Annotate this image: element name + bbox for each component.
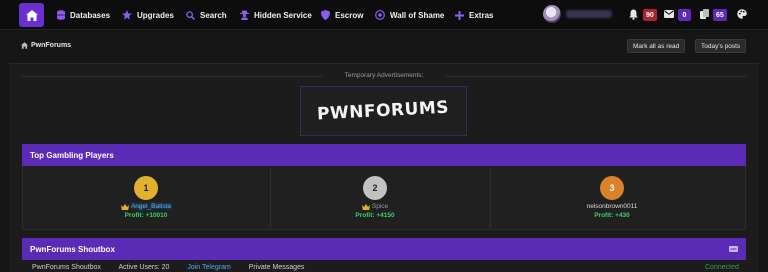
database-icon (57, 10, 65, 20)
tab-private-messages[interactable]: Private Messages (249, 264, 305, 271)
shield-icon (321, 10, 330, 20)
home-icon (25, 9, 38, 21)
crown-icon (120, 203, 129, 210)
player-profit: Profit: +4150 (355, 212, 395, 219)
nav-extras[interactable]: Extras (455, 8, 493, 22)
player-name-2[interactable]: Spice (315, 203, 435, 210)
nav-label: Extras (469, 10, 494, 20)
nav-databases[interactable]: Databases (57, 8, 110, 22)
ads-label: Temporary Advertisements: (344, 72, 424, 79)
nav-wall-of-shame[interactable]: Wall of Shame (375, 8, 444, 22)
gambling-panel-header: Top Gambling Players (22, 144, 746, 166)
player-name-3[interactable]: nelsonbrown0011 (552, 203, 672, 210)
panel-title: Top Gambling Players (30, 150, 114, 160)
todays-posts-button[interactable]: Today's posts (695, 39, 747, 53)
player-name: Spice (371, 203, 389, 210)
nav-label: Hidden Service (254, 10, 312, 20)
player-name: Angel_Batista (130, 203, 172, 210)
nav-upgrades[interactable]: Upgrades (122, 8, 174, 22)
palette-icon[interactable] (737, 9, 747, 19)
nav-label: Escrow (335, 10, 364, 20)
nav-label: Databases (70, 10, 111, 20)
collapse-icon[interactable] (729, 246, 738, 252)
mark-all-read-button[interactable]: Mark all as read (627, 39, 686, 53)
tab-shoutbox[interactable]: PwnForums Shoutbox (32, 264, 101, 271)
gambling-panel-body (22, 166, 746, 230)
envelope-icon[interactable] (664, 10, 674, 18)
nav-label: Search (200, 10, 227, 20)
user-secret-icon (240, 10, 249, 20)
shoutbox-tabs: PwnForums Shoutbox Active Users: 20 Join… (32, 264, 320, 271)
home-button[interactable] (19, 3, 44, 27)
player-name-1[interactable]: Angel_Batista (86, 203, 206, 210)
column-divider (490, 168, 491, 228)
home-icon (21, 42, 28, 49)
rank-badge: 2 (363, 176, 387, 200)
rank-badge: 3 (600, 176, 624, 200)
nav-label: Upgrades (137, 10, 174, 20)
rank-badge: 1 (134, 176, 158, 200)
connection-status: Connected (705, 264, 739, 271)
crown-icon (361, 203, 370, 210)
target-icon (375, 10, 385, 20)
shoutbox-title: PwnForums Shoutbox (30, 244, 115, 254)
breadcrumb[interactable]: PwnForums (21, 42, 71, 49)
player-profit: Profit: +10010 (124, 212, 168, 219)
breadcrumb-label: PwnForums (31, 42, 72, 49)
copy-icon[interactable] (700, 9, 709, 19)
search-icon (186, 10, 195, 20)
plus-icon (455, 10, 464, 20)
ad-banner[interactable]: PWNFORUMS (300, 86, 467, 136)
nav-hidden-service[interactable]: Hidden Service (240, 8, 312, 22)
column-divider (270, 168, 271, 228)
message-count[interactable]: 0 (678, 9, 691, 21)
top-navbar: Databases Upgrades Search Hidden Service… (0, 0, 768, 30)
bell-icon[interactable] (629, 9, 638, 20)
star-icon (122, 10, 132, 20)
nav-escrow[interactable]: Escrow (321, 8, 363, 22)
notification-count[interactable]: 90 (643, 9, 657, 21)
copies-count[interactable]: 65 (713, 9, 727, 21)
tab-active-users[interactable]: Active Users: 20 (118, 264, 169, 271)
username-redacted[interactable] (566, 10, 612, 18)
player-profit: Profit: +430 (594, 212, 630, 219)
tab-join-telegram[interactable]: Join Telegram (187, 264, 230, 271)
player-name: nelsonbrown0011 (586, 203, 638, 210)
shoutbox-header[interactable]: PwnForums Shoutbox (22, 238, 746, 260)
nav-label: Wall of Shame (390, 10, 445, 20)
ad-banner-text: PWNFORUMS (317, 97, 450, 125)
nav-search[interactable]: Search (186, 8, 227, 22)
user-avatar[interactable] (543, 5, 561, 23)
